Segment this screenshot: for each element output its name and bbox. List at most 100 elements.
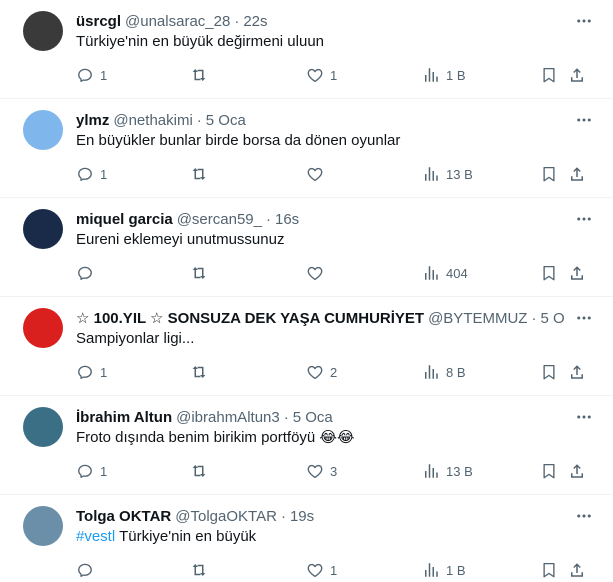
retweet-icon [192,168,206,180]
like-button[interactable] [306,262,330,284]
separator-dot: · [196,111,202,129]
share-icon [571,68,583,82]
more-options-button[interactable] [575,309,593,327]
avatar[interactable] [23,11,63,51]
bookmark-button[interactable] [540,361,558,383]
reply-button[interactable]: 1 [76,64,107,86]
retweet-icon [192,465,206,477]
views-button[interactable]: 1 B [422,64,466,86]
like-button[interactable]: 1 [306,64,337,86]
retweet-icon [192,366,206,378]
author-handle[interactable]: @TolgaOKTAR [175,508,277,525]
avatar[interactable] [23,506,63,546]
retweet-button[interactable] [190,163,214,185]
reply-button[interactable]: 1 [76,460,107,482]
more-icon [577,217,591,221]
avatar[interactable] [23,209,63,249]
retweet-icon [192,267,206,279]
bookmark-button[interactable] [540,163,558,185]
views-button[interactable]: 1 B [422,559,466,581]
author-name[interactable]: miquel garcia [76,211,173,228]
author-name[interactable]: İbrahim Altun [76,409,172,426]
bookmark-button[interactable] [540,64,558,86]
author-name[interactable]: üsrcgl [76,13,121,30]
tweet[interactable]: ylmz @nethakimi · 5 Oca En büyükler bunl… [0,99,613,198]
retweet-button[interactable] [190,559,214,581]
share-button[interactable] [568,460,586,482]
tweet[interactable]: ☆ 100.YIL ☆ SONSUZA DEK YAŞA CUMHURİYET … [0,297,613,396]
like-button[interactable] [306,163,330,185]
more-options-button[interactable] [575,12,593,30]
reply-button[interactable]: 1 [76,163,107,185]
heart-icon [307,464,323,479]
author-handle[interactable]: @BYTEMMUZ [428,310,527,327]
separator-dot: · [234,12,240,30]
bookmark-button[interactable] [540,262,558,284]
tweet-body-text: Froto dışında benim birikim portföyü 😂😂 [76,429,355,446]
views-button[interactable]: 13 B [422,460,473,482]
like-count: 1 [330,562,338,578]
heart-icon [307,68,323,83]
retweet-button[interactable] [190,460,214,482]
author-name[interactable]: ylmz [76,112,109,129]
author-handle[interactable]: @ibrahmAltun3 [176,409,280,426]
like-button[interactable]: 1 [306,559,337,581]
reply-button[interactable] [76,262,100,284]
tweet-text: #vestl Türkiye'nin en büyük [76,527,601,547]
more-options-button[interactable] [575,507,593,525]
share-button[interactable] [568,163,586,185]
heart-icon [307,266,323,281]
views-button[interactable]: 8 B [422,361,466,383]
view-count: 404 [446,265,468,281]
hashtag-link[interactable]: #vestl [76,528,115,545]
more-options-button[interactable] [575,210,593,228]
retweet-button[interactable] [190,262,214,284]
author-handle[interactable]: @unalsarac_28 [125,13,230,30]
more-icon [577,118,591,122]
bookmark-button[interactable] [540,559,558,581]
author-name[interactable]: Tolga OKTAR [76,508,171,525]
author-handle[interactable]: @nethakimi [113,112,192,129]
tweet-header: Tolga OKTAR @TolgaOKTAR · 19s [76,505,564,527]
avatar[interactable] [23,110,63,150]
views-button[interactable]: 13 B [422,163,473,185]
more-options-button[interactable] [575,111,593,129]
retweet-button[interactable] [190,64,214,86]
separator-dot: · [265,210,271,228]
retweet-icon [192,564,206,576]
tweet[interactable]: Tolga OKTAR @TolgaOKTAR · 19s #vestl Tür… [0,495,613,582]
timestamp[interactable]: 19s [290,508,314,525]
reply-button[interactable]: 1 [76,361,107,383]
author-name[interactable]: ☆ 100.YIL ☆ SONSUZA DEK YAŞA CUMHURİYET [76,309,424,327]
reply-icon [78,464,92,478]
share-button[interactable] [568,262,586,284]
tweet[interactable]: üsrcgl @unalsarac_28 · 22s Türkiye'nin e… [0,0,613,99]
tweet-body-text: Türkiye'nin en büyük değirmeni uluun [76,33,325,50]
avatar[interactable] [23,407,63,447]
avatar[interactable] [23,308,63,348]
view-count: 13 B [446,463,473,479]
reply-count: 1 [100,67,108,83]
bookmark-button[interactable] [540,460,558,482]
retweet-button[interactable] [190,361,214,383]
share-button[interactable] [568,559,586,581]
bookmark-icon [543,463,555,479]
tweet[interactable]: miquel garcia @sercan59_ · 16s Eureni ek… [0,198,613,297]
share-icon [571,365,583,379]
timestamp[interactable]: 22s [243,13,267,30]
author-handle[interactable]: @sercan59_ [177,211,262,228]
share-button[interactable] [568,64,586,86]
analytics-icon [425,266,438,280]
like-button[interactable]: 2 [306,361,337,383]
tweet[interactable]: İbrahim Altun @ibrahmAltun3 · 5 Oca Frot… [0,396,613,495]
timestamp[interactable]: 16s [275,211,299,228]
views-button[interactable]: 404 [422,262,468,284]
reply-button[interactable] [76,559,100,581]
timestamp[interactable]: 5 Oca [206,112,246,129]
share-icon [571,266,583,280]
like-button[interactable]: 3 [306,460,337,482]
more-options-button[interactable] [575,408,593,426]
share-button[interactable] [568,361,586,383]
timestamp[interactable]: 5 Oca [540,310,564,327]
timestamp[interactable]: 5 Oca [293,409,333,426]
